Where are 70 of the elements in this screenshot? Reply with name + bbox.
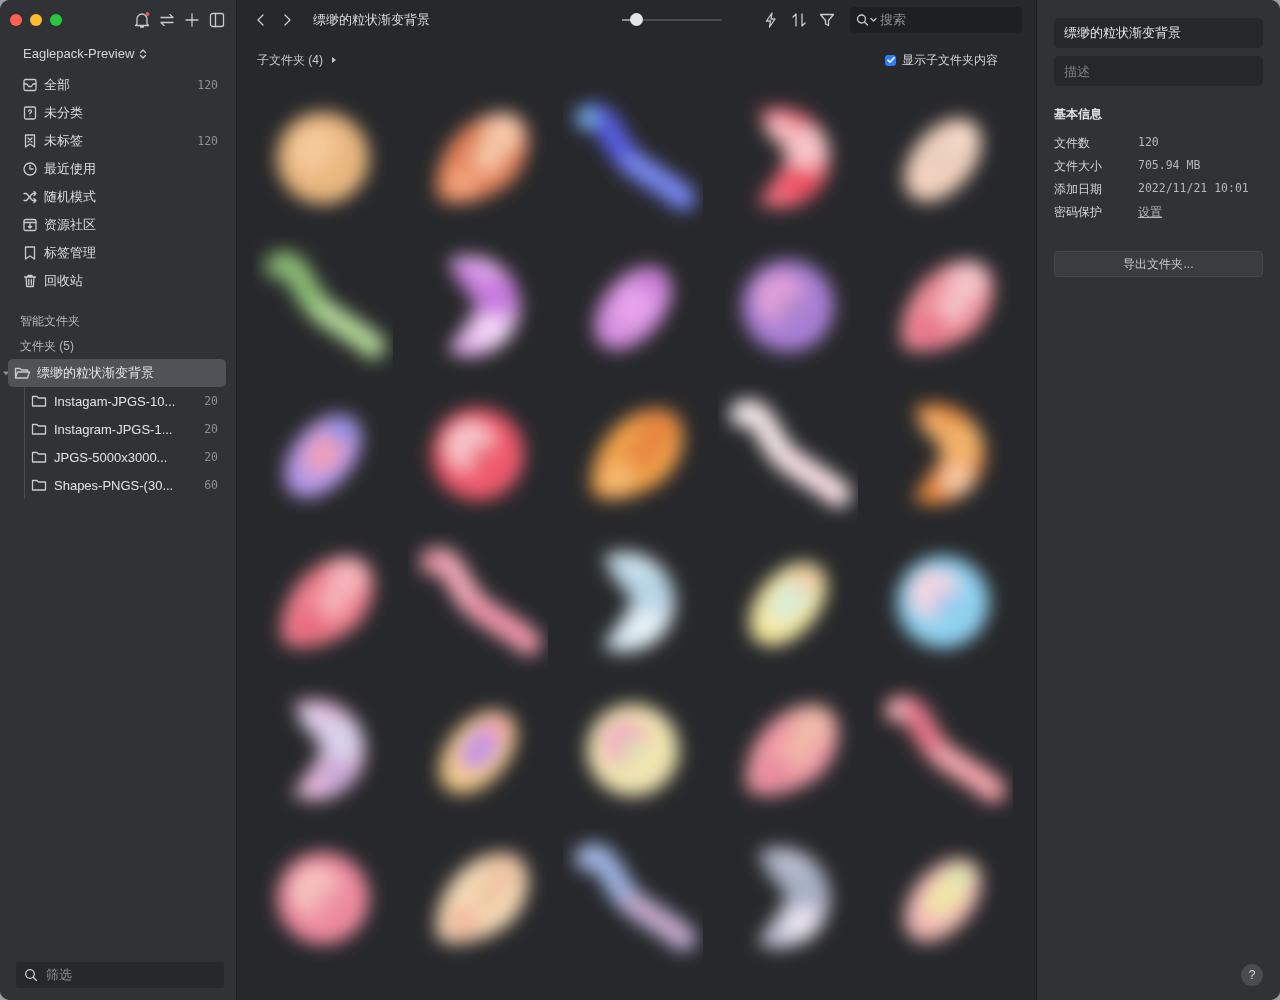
info-label: 文件数 — [1054, 135, 1091, 152]
inbox-icon — [22, 77, 38, 93]
help-button[interactable]: ? — [1241, 964, 1263, 986]
clock-icon — [22, 161, 38, 177]
info-label: 添加日期 — [1054, 181, 1103, 198]
folder-item[interactable]: JPGS-5000x3000... 20 — [25, 443, 226, 471]
checkmark-icon — [885, 55, 896, 65]
sidebar-item[interactable]: 未分类 — [8, 99, 226, 127]
item-count: 120 — [197, 134, 218, 148]
filter-input[interactable]: 筛选 — [46, 968, 216, 982]
sidebar-item[interactable]: 全部 120 — [8, 71, 226, 99]
download-box-icon — [22, 217, 38, 233]
search-icon[interactable] — [856, 13, 878, 27]
folder-icon — [31, 477, 48, 493]
zoom-button[interactable] — [50, 14, 62, 26]
search-field[interactable]: 搜索 — [850, 7, 1022, 33]
subfolder-toggle[interactable]: 子文件夹 (4) — [257, 51, 337, 69]
section-heading: 文件夹 (5) — [19, 338, 75, 355]
plus-icon[interactable] — [183, 11, 201, 29]
caret-icon — [331, 56, 337, 64]
folder-item[interactable]: Instagram-JPGS-1... 20 — [25, 415, 226, 443]
swap-icon[interactable] — [158, 11, 176, 29]
section-heading: 智能文件夹 — [19, 313, 81, 330]
folder-title: 缥缈的粒状渐变背景 — [313, 11, 430, 29]
question-icon — [22, 105, 38, 121]
sidebar-item[interactable]: 随机模式 — [8, 183, 226, 211]
bell-icon[interactable] — [133, 11, 151, 29]
settings-link[interactable]: 设置 — [1138, 204, 1162, 221]
chevron-updown-icon — [139, 47, 148, 60]
info-value: 705.94 MB — [1138, 158, 1202, 174]
trash-icon — [22, 273, 38, 289]
sidebar-item[interactable]: 资源社区 — [8, 211, 226, 239]
folder-icon — [31, 449, 48, 465]
sidebar-item[interactable]: 最近使用 — [8, 155, 226, 183]
item-count: 60 — [204, 478, 218, 492]
item-count: 20 — [204, 450, 218, 464]
description-field[interactable]: 描述 — [1054, 56, 1263, 86]
info-label: 文件大小 — [1054, 158, 1103, 175]
sidebar-item[interactable]: 标签管理 — [8, 239, 226, 267]
export-button[interactable]: 导出文件夹... — [1054, 251, 1263, 277]
folder-icon — [31, 393, 48, 409]
item-count: 20 — [204, 422, 218, 436]
info-value: 2022/11/21 10:01 — [1138, 181, 1250, 197]
item-count: 120 — [197, 78, 218, 92]
bookmark-x-icon — [22, 133, 38, 149]
name-field[interactable]: 缥缈的粒状渐变背景 — [1054, 18, 1263, 48]
folder-item[interactable]: Instagam-JPGS-10... 20 — [25, 387, 226, 415]
info-label: 密码保护 — [1054, 204, 1103, 221]
filter-field[interactable]: 筛选 — [16, 962, 224, 988]
search-icon — [24, 968, 38, 982]
sidebar-item[interactable]: 未标签 120 — [8, 127, 226, 155]
sidebar-item[interactable]: 回收站 — [8, 267, 226, 295]
minimize-button[interactable] — [30, 14, 42, 26]
library-switcher[interactable]: Eaglepack-Preview — [8, 42, 163, 65]
folder-open-icon — [14, 365, 31, 381]
sort-icon[interactable] — [790, 11, 808, 29]
shuffle-icon — [22, 189, 38, 205]
close-button[interactable] — [10, 14, 22, 26]
sidebar-toggle-icon[interactable] — [208, 11, 226, 29]
folder-item[interactable]: 缥缈的粒状渐变背景 — [8, 359, 226, 387]
folder-item[interactable]: Shapes-PNGS-(30... 60 — [25, 471, 226, 499]
search-input[interactable]: 搜索 — [880, 13, 1016, 27]
checkbox[interactable] — [885, 54, 896, 66]
section-heading: 基本信息 — [1054, 106, 1103, 123]
bookmark-icon — [22, 245, 38, 261]
checkbox-label: 显示子文件夹内容 — [902, 51, 998, 69]
info-value: 120 — [1138, 135, 1160, 151]
filter-icon[interactable] — [818, 11, 836, 29]
item-count: 20 — [204, 394, 218, 408]
folder-icon — [31, 421, 48, 437]
